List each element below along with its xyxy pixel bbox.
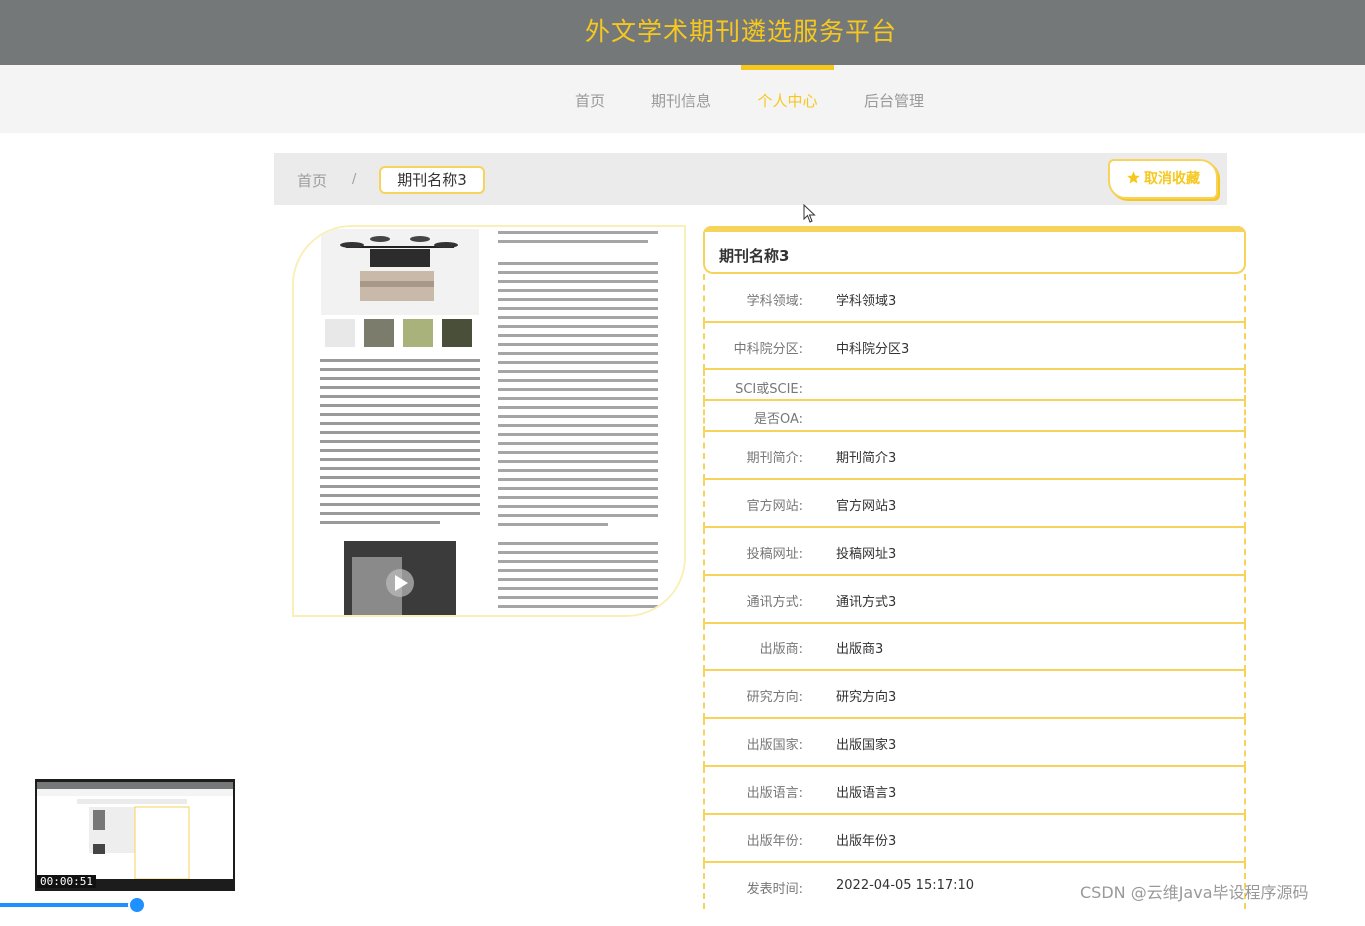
- field-row-cas-zone: 中科院分区: 中科院分区3: [703, 323, 1246, 370]
- field-value: 官方网站3: [836, 499, 897, 514]
- video-timestamp: 00:00:51: [37, 875, 96, 888]
- field-label: 通讯方式:: [746, 595, 803, 610]
- nav-item-journal-info[interactable]: 期刊信息: [640, 65, 722, 133]
- field-value: 学科领域3: [836, 294, 897, 309]
- detail-header: 期刊名称3: [703, 232, 1246, 274]
- nav-item-admin[interactable]: 后台管理: [852, 65, 936, 133]
- field-row-research-direction: 研究方向: 研究方向3: [703, 671, 1246, 719]
- field-label: 中科院分区:: [733, 342, 803, 357]
- field-value: 出版国家3: [836, 738, 897, 753]
- field-row-contact: 通讯方式: 通讯方式3: [703, 576, 1246, 624]
- field-value: 出版年份3: [836, 834, 897, 849]
- nav-item-home[interactable]: 首页: [560, 65, 620, 133]
- field-label: 是否OA:: [753, 412, 803, 427]
- field-value: 通讯方式3: [836, 595, 897, 610]
- field-label: 期刊简介:: [746, 451, 803, 466]
- field-label: 官方网站:: [746, 499, 803, 514]
- field-label: 出版语言:: [746, 786, 803, 801]
- breadcrumb-home[interactable]: 首页: [297, 170, 327, 191]
- field-label: 发表时间:: [746, 882, 803, 897]
- field-value: 出版语言3: [836, 786, 897, 801]
- field-label: 出版商:: [759, 642, 803, 657]
- field-label: 研究方向:: [746, 690, 803, 705]
- field-row-oa: 是否OA:: [703, 401, 1246, 432]
- star-icon: [1127, 171, 1140, 184]
- video-preview-frame: [37, 782, 233, 879]
- journal-cover-image: [292, 225, 686, 617]
- field-row-publisher: 出版商: 出版商3: [703, 624, 1246, 671]
- site-title: 外文学术期刊遴选服务平台: [584, 17, 897, 46]
- field-label: SCI或SCIE:: [735, 382, 803, 397]
- top-header: 外文学术期刊遴选服务平台: [0, 0, 1365, 65]
- field-row-website: 官方网站: 官方网站3: [703, 480, 1246, 528]
- cover-illustration: [294, 227, 684, 615]
- journal-detail-panel: 期刊名称3 学科领域: 学科领域3 中科院分区: 中科院分区3 SCI或SCIE…: [703, 226, 1246, 926]
- field-row-country: 出版国家: 出版国家3: [703, 719, 1246, 767]
- field-value: 中科院分区3: [836, 342, 910, 357]
- field-value: 出版商3: [836, 642, 884, 657]
- watermark: CSDN @云维Java毕设程序源码: [1080, 883, 1309, 902]
- breadcrumb-current: 期刊名称3: [379, 166, 485, 194]
- field-row-subject: 学科领域: 学科领域3: [703, 274, 1246, 323]
- field-label: 出版国家:: [746, 738, 803, 753]
- unfavorite-label: 取消收藏: [1144, 171, 1200, 187]
- field-value: 研究方向3: [836, 690, 897, 705]
- video-progress-handle[interactable]: [128, 896, 146, 914]
- main-nav: 首页 期刊信息 个人中心 后台管理: [0, 65, 1365, 133]
- field-row-sci: SCI或SCIE:: [703, 370, 1246, 401]
- field-label: 出版年份:: [746, 834, 803, 849]
- breadcrumb: 首页 / 期刊名称3 取消收藏: [274, 153, 1227, 205]
- nav-item-personal-center[interactable]: 个人中心: [741, 65, 834, 133]
- field-label: 投稿网址:: [746, 547, 803, 562]
- mouse-cursor-icon: [803, 204, 816, 223]
- video-progress-bar[interactable]: [0, 903, 140, 907]
- field-row-submission-url: 投稿网址: 投稿网址3: [703, 528, 1246, 576]
- unfavorite-button[interactable]: 取消收藏: [1108, 159, 1218, 199]
- breadcrumb-separator: /: [352, 172, 357, 187]
- field-value: 投稿网址3: [836, 547, 897, 562]
- field-value: 期刊简介3: [836, 451, 897, 466]
- field-value: 2022-04-05 15:17:10: [836, 878, 975, 893]
- field-label: 学科领域:: [746, 294, 803, 309]
- field-row-intro: 期刊简介: 期刊简介3: [703, 432, 1246, 480]
- field-row-language: 出版语言: 出版语言3: [703, 767, 1246, 815]
- journal-title: 期刊名称3: [719, 247, 790, 265]
- field-row-year: 出版年份: 出版年份3: [703, 815, 1246, 863]
- video-preview-thumbnail[interactable]: 00:00:51: [35, 779, 235, 891]
